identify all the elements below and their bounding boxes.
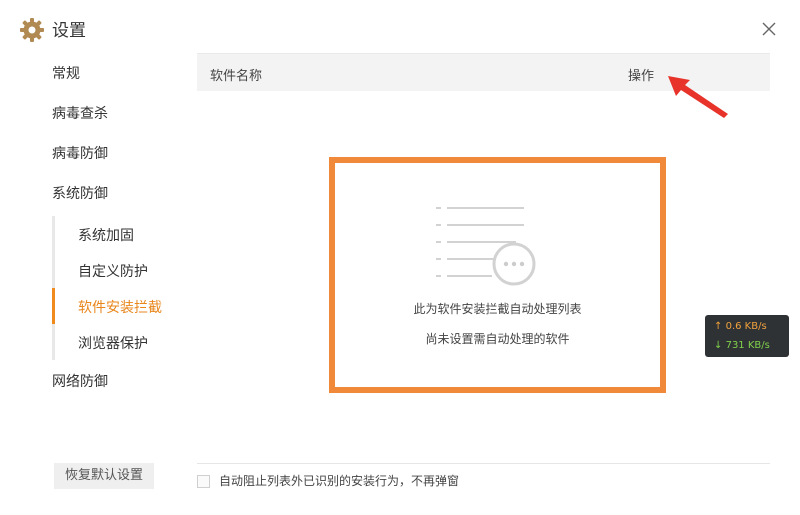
arrow-down-icon: ↓	[714, 340, 723, 351]
restore-defaults-button[interactable]: 恢复默认设置	[54, 463, 154, 489]
window-title: 设置	[52, 21, 86, 41]
annotation-arrow-icon	[668, 76, 728, 118]
download-speed: ↓ 731 KB/s	[714, 339, 770, 353]
empty-state-title: 此为软件安装拦截自动处理列表	[413, 302, 582, 316]
submenu-active-indicator	[52, 288, 55, 324]
sidebar-subitem-install-intercept[interactable]: 软件安装拦截	[78, 298, 162, 318]
empty-state-subtitle: 尚未设置需自动处理的软件	[425, 332, 570, 346]
sidebar-item-virus-scan[interactable]: 病毒查杀	[52, 104, 108, 124]
title-bar: 设置	[0, 0, 800, 60]
download-speed-value: 731 KB/s	[725, 340, 770, 351]
upload-speed-value: 0.6 KB/s	[725, 321, 767, 332]
empty-list-icon	[436, 207, 536, 286]
sidebar-subitem-browser-protection[interactable]: 浏览器保护	[78, 334, 148, 354]
gear-icon	[20, 18, 44, 42]
auto-block-checkbox-label[interactable]: 自动阻止列表外已识别的安装行为，不再弹窗	[219, 473, 459, 489]
sidebar-item-virus-defense[interactable]: 病毒防御	[52, 144, 108, 164]
auto-block-checkbox[interactable]	[197, 475, 210, 488]
footer-divider	[197, 463, 770, 464]
network-speed-widget[interactable]: ↑ 0.6 KB/s ↓ 731 KB/s	[705, 315, 789, 357]
sidebar-subitem-system-hardening[interactable]: 系统加固	[78, 226, 134, 246]
close-icon[interactable]	[758, 18, 780, 40]
sidebar-item-network-defense[interactable]: 网络防御	[52, 372, 108, 392]
empty-state-panel: 此为软件安装拦截自动处理列表 尚未设置需自动处理的软件	[329, 157, 666, 393]
upload-speed: ↑ 0.6 KB/s	[714, 320, 767, 334]
column-header-action: 操作	[628, 69, 655, 84]
sidebar-item-system-defense[interactable]: 系统防御	[52, 184, 108, 204]
arrow-up-icon: ↑	[714, 321, 723, 332]
column-header-software-name: 软件名称	[210, 69, 263, 84]
sidebar-item-general[interactable]: 常规	[52, 64, 80, 84]
sidebar-subitem-custom-protection[interactable]: 自定义防护	[78, 262, 148, 282]
sidebar: 常规 病毒查杀 病毒防御 系统防御 系统加固 自定义防护 软件安装拦截 浏览器保…	[0, 54, 175, 494]
